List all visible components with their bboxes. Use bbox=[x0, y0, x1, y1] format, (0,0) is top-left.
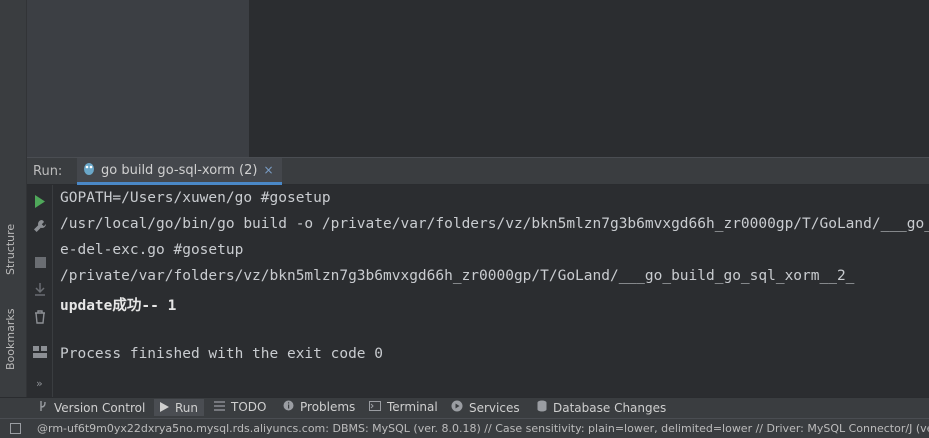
tab-version-control[interactable]: Version Control bbox=[38, 400, 145, 415]
bookmarks-tab-label: Bookmarks bbox=[4, 308, 17, 370]
run-tab-title: go build go-sql-xorm (2) bbox=[101, 162, 258, 178]
terminal-icon bbox=[369, 400, 381, 414]
console-output[interactable]: GOPATH=/Users/xuwen/go #gosetup /usr/loc… bbox=[53, 185, 929, 397]
go-gopher-icon bbox=[83, 161, 95, 179]
status-text: @rm-uf6t9m0yx22dxrya5no.mysql.rds.aliyun… bbox=[37, 422, 929, 435]
tab-database-changes[interactable]: Database Changes bbox=[537, 400, 666, 415]
project-side-panel bbox=[27, 0, 250, 157]
more-chevron-icon[interactable]: » bbox=[36, 377, 43, 390]
console-line: /private/var/folders/vz/bkn5mlzn7g3b6mvx… bbox=[60, 268, 855, 284]
rerun-play-icon[interactable] bbox=[34, 193, 46, 212]
console-line: /usr/local/go/bin/go build -o /private/v… bbox=[60, 216, 929, 232]
stop-icon[interactable] bbox=[35, 253, 46, 272]
tab-problems[interactable]: Problems bbox=[283, 400, 355, 414]
tab-label: Problems bbox=[300, 400, 356, 414]
database-icon bbox=[537, 400, 547, 415]
tab-label: Run bbox=[175, 400, 199, 415]
tab-label: TODO bbox=[231, 400, 267, 414]
status-bar: @rm-uf6t9m0yx22dxrya5no.mysql.rds.aliyun… bbox=[0, 418, 929, 438]
run-toolwindow-header: Run: go build go-sql-xorm (2) × bbox=[27, 157, 929, 185]
run-tab-go-build[interactable]: go build go-sql-xorm (2) × bbox=[77, 158, 282, 185]
wrench-icon[interactable] bbox=[33, 218, 47, 237]
tab-run[interactable]: Run bbox=[154, 399, 205, 416]
tab-todo[interactable]: TODO bbox=[214, 400, 266, 414]
list-icon bbox=[214, 400, 225, 414]
run-label: Run: bbox=[33, 164, 63, 179]
left-tool-gutter: Structure Bookmarks bbox=[0, 0, 27, 397]
toggle-tool-windows-icon[interactable] bbox=[10, 423, 21, 437]
layout-icon[interactable] bbox=[33, 343, 47, 362]
close-icon[interactable]: × bbox=[263, 163, 273, 177]
info-icon bbox=[283, 400, 294, 414]
tab-label: Services bbox=[469, 400, 520, 415]
services-icon bbox=[451, 400, 463, 415]
structure-tab-label: Structure bbox=[4, 223, 17, 275]
bottom-tool-tabs: Version Control Run TODO Problems Termin… bbox=[0, 397, 929, 418]
console-line: GOPATH=/Users/xuwen/go #gosetup bbox=[60, 190, 331, 206]
scroll-to-end-icon[interactable] bbox=[33, 281, 47, 300]
tab-label: Terminal bbox=[387, 400, 438, 414]
tab-label: Database Changes bbox=[553, 400, 667, 415]
editor-area bbox=[250, 0, 929, 157]
play-icon bbox=[160, 401, 169, 415]
structure-tab[interactable]: Structure bbox=[4, 224, 17, 275]
console-line: e-del-exc.go #gosetup bbox=[60, 242, 244, 258]
console-line-output: update成功-- 1 bbox=[60, 298, 177, 314]
tab-services[interactable]: Services bbox=[451, 400, 520, 415]
branch-icon bbox=[38, 400, 48, 415]
console-line-exit: Process finished with the exit code 0 bbox=[60, 346, 384, 362]
trash-icon[interactable] bbox=[34, 309, 46, 328]
tab-label: Version Control bbox=[54, 400, 146, 415]
tab-terminal[interactable]: Terminal bbox=[369, 400, 438, 414]
run-tool-rail: » bbox=[27, 185, 53, 397]
bookmarks-tab[interactable]: Bookmarks bbox=[4, 309, 17, 370]
